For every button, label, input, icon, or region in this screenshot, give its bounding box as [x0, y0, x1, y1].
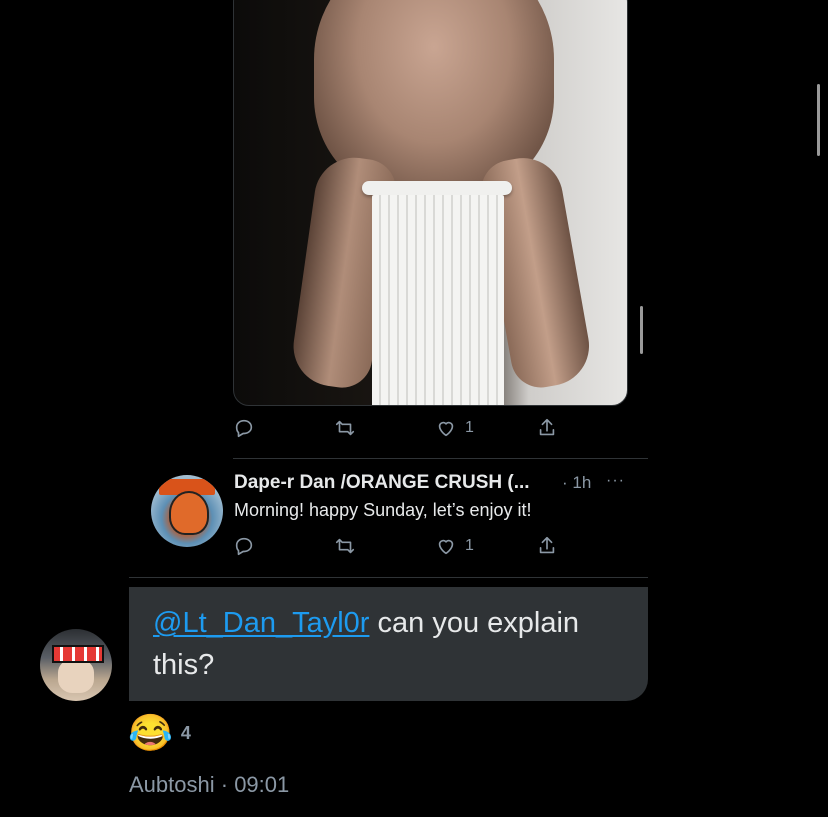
heart-icon — [438, 539, 454, 555]
sender-name: Aubtoshi — [129, 772, 215, 797]
share-icon — [539, 536, 555, 554]
reaction-count: 4 — [180, 722, 191, 743]
more-icon[interactable]: ··· — [606, 472, 625, 490]
sender-avatar[interactable] — [40, 629, 112, 701]
share-button[interactable] — [536, 417, 558, 439]
scrollbar-thumb[interactable] — [817, 84, 820, 156]
laughing-emoji-icon: 😂 — [128, 712, 173, 753]
share-button[interactable] — [536, 535, 558, 557]
reply-icon — [235, 537, 253, 556]
reply-button[interactable] — [233, 417, 263, 439]
message-bubble[interactable]: @Lt_Dan_Tayl0r can you explain this? — [129, 587, 648, 701]
photo-pedestal — [372, 195, 504, 405]
avatar-glasses — [52, 645, 104, 663]
retweet-icon — [335, 538, 355, 554]
reply-button[interactable] — [233, 535, 263, 557]
avatar[interactable] — [151, 475, 223, 547]
retweet-button[interactable] — [334, 417, 364, 439]
media-scrollbar-thumb[interactable] — [640, 306, 643, 354]
like-button[interactable]: 1 — [435, 417, 474, 439]
avatar-face — [169, 491, 209, 535]
tweet-timestamp: · 1h — [562, 473, 592, 492]
avatar-face — [58, 659, 94, 693]
tweet-media-image[interactable] — [233, 0, 628, 406]
tweet-author-name[interactable]: Dape-r Dan /ORANGE CRUSH (... — [234, 472, 530, 494]
photo-figure — [274, 0, 596, 405]
retweet-button[interactable] — [334, 535, 364, 557]
like-count: 1 — [465, 419, 474, 436]
heart-icon — [438, 421, 454, 437]
dm-conversation: 1 Dape-r Dan /ORANGE CRUSH (... · 1h ···… — [0, 0, 828, 817]
retweet-icon — [335, 420, 355, 436]
divider — [129, 577, 648, 578]
reaction-badge[interactable]: 😂 4 — [128, 713, 191, 753]
like-count: 1 — [465, 537, 474, 554]
message-meta: Aubtoshi · 09:01 — [129, 772, 289, 798]
mention-link[interactable]: @Lt_Dan_Tayl0r — [153, 607, 369, 639]
message-time: · 09:01 — [220, 772, 290, 797]
reply-icon — [235, 419, 253, 438]
share-icon — [539, 418, 555, 436]
photo-pedestal-top — [362, 181, 512, 195]
divider — [233, 458, 648, 459]
like-button[interactable]: 1 — [435, 535, 474, 557]
tweet-text: Morning! happy Sunday, let’s enjoy it! — [234, 500, 532, 520]
